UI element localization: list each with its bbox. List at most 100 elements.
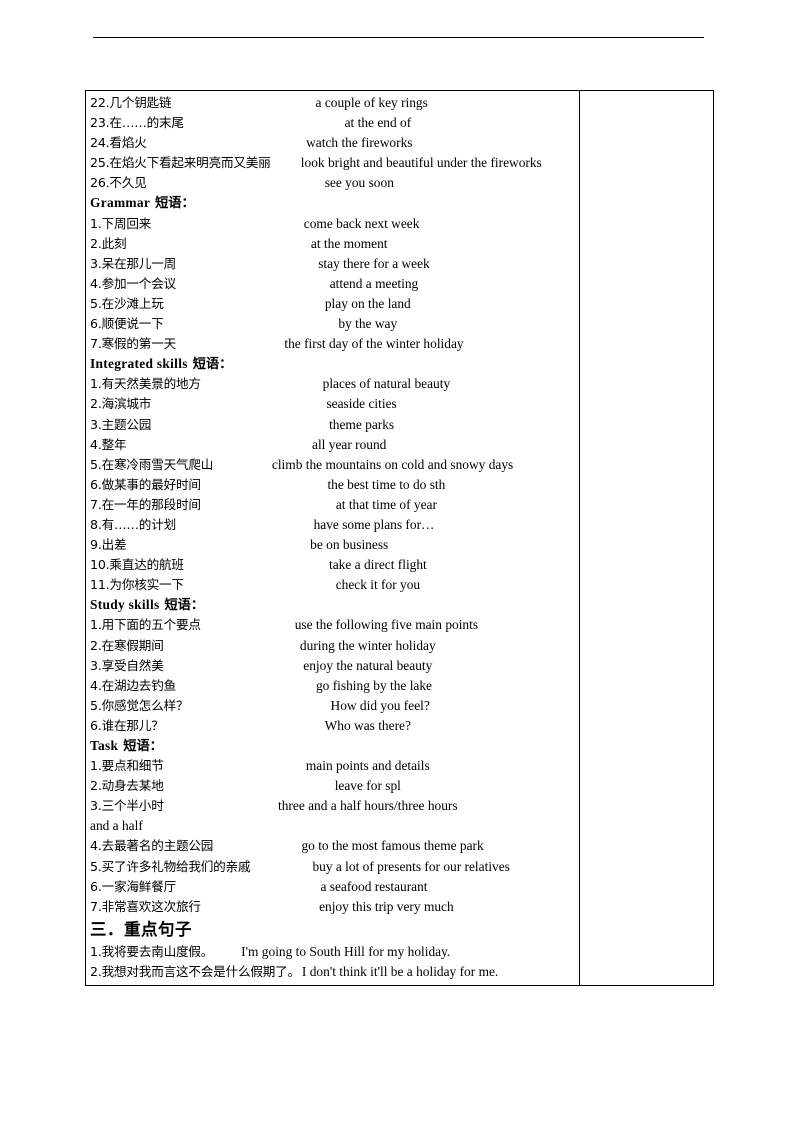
document-page: 22.几个钥匙链 a couple of key rings 23.在……的末尾 at… bbox=[0, 0, 794, 1123]
phrase-english: stay there for a week bbox=[318, 255, 430, 271]
phrase-chinese: 5.在沙滩上玩 bbox=[90, 295, 164, 311]
phrase-chinese: 7.在一年的那段时间 bbox=[90, 496, 201, 512]
phrase-english: look bright and beautiful under the fire… bbox=[300, 155, 542, 171]
phrase-chinese: 23.在……的末尾 bbox=[90, 115, 184, 131]
phrase-chinese: 2.海滨城市 bbox=[90, 396, 152, 412]
phrase-english: seaside cities bbox=[326, 396, 397, 412]
section-heading-zh: 短语： bbox=[123, 739, 163, 754]
section-heading-zh: 短语： bbox=[164, 598, 205, 614]
phrase-english: theme parks bbox=[329, 416, 395, 432]
phrase-line: 6.谁在那儿？ Who was there? bbox=[90, 716, 576, 736]
section-heading-zh: 短语： bbox=[192, 357, 233, 373]
phrase-line: 4.参加一个会议 attend a meeting bbox=[90, 274, 576, 294]
phrase-chinese: 4.在湖边去钓鱼 bbox=[90, 677, 176, 693]
phrase-english: watch the fireworks bbox=[306, 135, 413, 151]
phrases-cell: 22.几个钥匙链 a couple of key rings 23.在……的末尾 at… bbox=[85, 89, 580, 987]
phrase-line: 7.非常喜欢这次旅行 enjoy this trip very much bbox=[90, 897, 576, 917]
phrase-chinese: 26.不久见 bbox=[90, 175, 147, 191]
notes-cell[interactable] bbox=[579, 89, 714, 987]
phrase-line: 4.整年 all year round bbox=[90, 435, 576, 455]
phrase-line: 1.用下面的五个要点 use the following five main po… bbox=[90, 615, 576, 635]
section-heading: Integrated skills 短语： bbox=[90, 354, 576, 374]
phrase-chinese: 10.乘直达的航班 bbox=[90, 557, 184, 573]
section-heading-latin: Integrated skills bbox=[90, 356, 188, 372]
phrase-line: 1.下周回来 come back next week bbox=[90, 214, 576, 234]
phrase-chinese: 6.谁在那儿？ bbox=[90, 717, 164, 733]
page-header-rule bbox=[93, 37, 704, 38]
phrase-chinese: 7.寒假的第一天 bbox=[90, 336, 176, 352]
phrase-english: during the winter holiday bbox=[299, 637, 436, 653]
phrase-english: three and a half hours/three hours bbox=[278, 798, 458, 814]
phrase-line: 1.有天然美景的地方 places of natural beauty bbox=[90, 374, 576, 394]
phrase-chinese: 4.参加一个会议 bbox=[90, 275, 176, 291]
phrase-line: 3.三个半小时 three and a half hours/three hour… bbox=[90, 796, 576, 816]
phrase-chinese: 7.非常喜欢这次旅行 bbox=[90, 898, 201, 914]
phrase-line: 3.呆在那儿一周 stay there for a week bbox=[90, 254, 576, 274]
phrase-english: check it for you bbox=[335, 577, 421, 593]
phrase-english: the first day of the winter holiday bbox=[284, 336, 464, 352]
phrase-english: see you soon bbox=[324, 175, 394, 191]
phrase-line: 8.有……的计划 have some plans for… bbox=[90, 515, 576, 535]
phrase-line: 6.做某事的最好时间 the best time to do sth bbox=[90, 475, 576, 495]
key-sentence-chinese: 2.我想对我而言这不会是什么假期了。 bbox=[90, 963, 300, 979]
phrase-english: at that time of year bbox=[335, 496, 437, 512]
phrase-english: attend a meeting bbox=[329, 275, 419, 291]
phrase-line: 2.此刻 at the moment bbox=[90, 234, 576, 254]
table-row: 22.几个钥匙链 a couple of key rings 23.在……的末尾 at… bbox=[85, 89, 714, 987]
phrase-english: at the moment bbox=[310, 235, 388, 251]
phrase-line: 6.顺便说一下 by the way bbox=[90, 314, 576, 334]
phrase-english: leave for spl bbox=[334, 778, 401, 794]
phrase-chinese: 6.做某事的最好时间 bbox=[90, 476, 201, 492]
phrase-line: 25.在焰火下看起来明亮而又美丽 look bright and beautifu… bbox=[90, 153, 576, 173]
phrase-chinese: 3.享受自然美 bbox=[90, 657, 164, 673]
phrase-line: 23.在……的末尾 at the end of bbox=[90, 113, 576, 133]
phrase-english: go fishing by the lake bbox=[315, 677, 432, 693]
phrase-line: 10.乘直达的航班 take a direct flight bbox=[90, 555, 576, 575]
phrase-chinese: 11.为你核实一下 bbox=[90, 577, 184, 593]
phrase-line: 5.在沙滩上玩 play on the land bbox=[90, 294, 576, 314]
phrase-line: 7.在一年的那段时间 at that time of year bbox=[90, 495, 576, 515]
phrase-chinese: 24.看焰火 bbox=[90, 135, 147, 151]
key-sentence-chinese: 1.我将要去南山度假。 bbox=[90, 943, 214, 959]
phrase-line: 24.看焰火 watch the fireworks bbox=[90, 133, 576, 153]
phrase-line: 2.海滨城市 seaside cities bbox=[90, 394, 576, 414]
phrase-chinese: 1.用下面的五个要点 bbox=[90, 617, 201, 633]
phrase-chinese: 3.三个半小时 bbox=[90, 798, 164, 814]
phrase-line: 22.几个钥匙链 a couple of key rings bbox=[90, 93, 576, 113]
phrase-english: enjoy the natural beauty bbox=[303, 657, 433, 673]
phrase-chinese: 2.动身去某地 bbox=[90, 778, 164, 794]
phrase-chinese: 1.要点和细节 bbox=[90, 758, 164, 774]
phrase-line: 7.寒假的第一天 the first day of the winter holi… bbox=[90, 334, 576, 354]
key-sentence-english: I don't think it'll be a holiday for me. bbox=[301, 963, 499, 979]
phrase-line: 5.你感觉怎么样？ How did you feel? bbox=[90, 696, 576, 716]
phrase-wrap-line: and a half bbox=[90, 818, 143, 834]
phrase-chinese: 3.主题公园 bbox=[90, 416, 152, 432]
phrase-line: 4.在湖边去钓鱼 go fishing by the lake bbox=[90, 676, 576, 696]
phrase-chinese: 1.有天然美景的地方 bbox=[90, 376, 201, 392]
phrase-english: by the way bbox=[338, 316, 398, 332]
sentences-heading: 三．重点句子 bbox=[90, 919, 192, 939]
section-heading-latin: Study skills bbox=[90, 597, 160, 613]
section-heading: Grammar 短语： bbox=[90, 193, 576, 213]
phrase-chinese: 8.有……的计划 bbox=[90, 516, 176, 532]
section-heading: Task 短语： bbox=[90, 736, 576, 756]
phrase-english: use the following five main points bbox=[294, 617, 479, 633]
phrase-english: a couple of key rings bbox=[315, 95, 428, 110]
section-heading: Study skills 短语： bbox=[90, 595, 576, 615]
phrase-english: come back next week bbox=[303, 215, 420, 231]
phrase-english: enjoy this trip very much bbox=[319, 898, 454, 914]
phrase-english: climb the mountains on cold and snowy da… bbox=[271, 456, 514, 472]
phrase-line: 9.出差 be on business bbox=[90, 535, 576, 555]
phrase-english: all year round bbox=[312, 436, 387, 452]
phrase-line: 6.一家海鲜餐厅 a seafood restaurant bbox=[90, 877, 576, 897]
phrase-chinese: 4.去最著名的主题公园 bbox=[90, 838, 214, 854]
phrase-english: go to the most famous theme park bbox=[301, 838, 484, 854]
phrases-table: 22.几个钥匙链 a couple of key rings 23.在……的末尾 at… bbox=[85, 89, 714, 987]
notes-content bbox=[580, 91, 713, 96]
phrase-line: 3.享受自然美 enjoy the natural beauty bbox=[90, 656, 576, 676]
phrase-english: Who was there? bbox=[324, 717, 411, 733]
phrase-line: 11.为你核实一下 check it for you bbox=[90, 575, 576, 595]
phrase-line: 1.要点和细节 main points and details bbox=[90, 756, 576, 776]
phrase-english: take a direct flight bbox=[329, 557, 427, 573]
phrase-line: 5.买了许多礼物给我们的亲戚 buy a lot of presents for … bbox=[90, 857, 576, 877]
